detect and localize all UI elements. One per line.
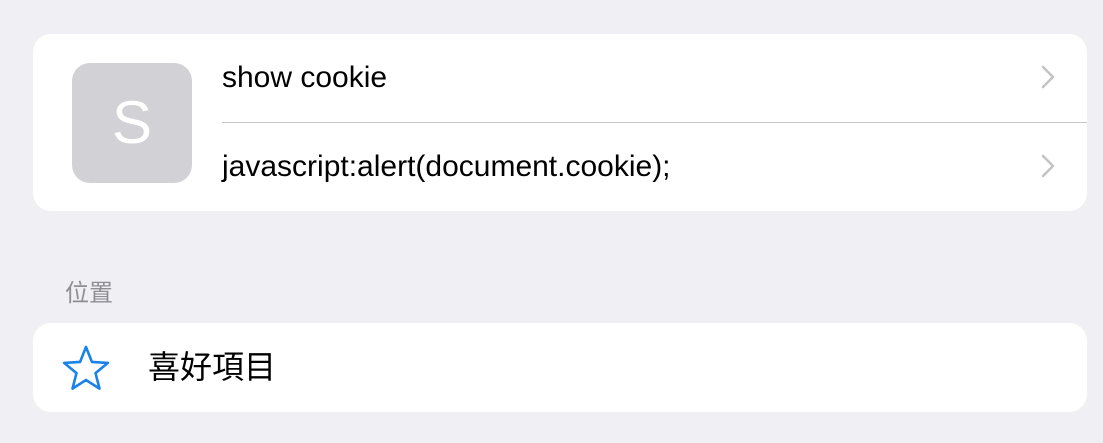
location-section-header: 位置 (65, 280, 113, 307)
bookmark-title-field[interactable]: show cookie (222, 34, 1087, 122)
star-icon (62, 345, 110, 390)
bookmark-edit-card: S show cookie javascript:alert(document.… (33, 34, 1087, 211)
location-favorites-label: 喜好項目 (148, 348, 277, 386)
bookmark-url-text[interactable]: javascript:alert(document.cookie); (222, 123, 671, 211)
chevron-right-icon (1041, 154, 1055, 178)
chevron-right-icon (1041, 65, 1055, 89)
bookmark-url-field[interactable]: javascript:alert(document.cookie); (222, 123, 1087, 211)
bookmark-title-text[interactable]: show cookie (222, 34, 387, 122)
bookmark-avatar: S (72, 63, 192, 183)
location-favorites-row[interactable]: 喜好項目 (33, 323, 1087, 412)
location-card: 喜好項目 (33, 323, 1087, 412)
